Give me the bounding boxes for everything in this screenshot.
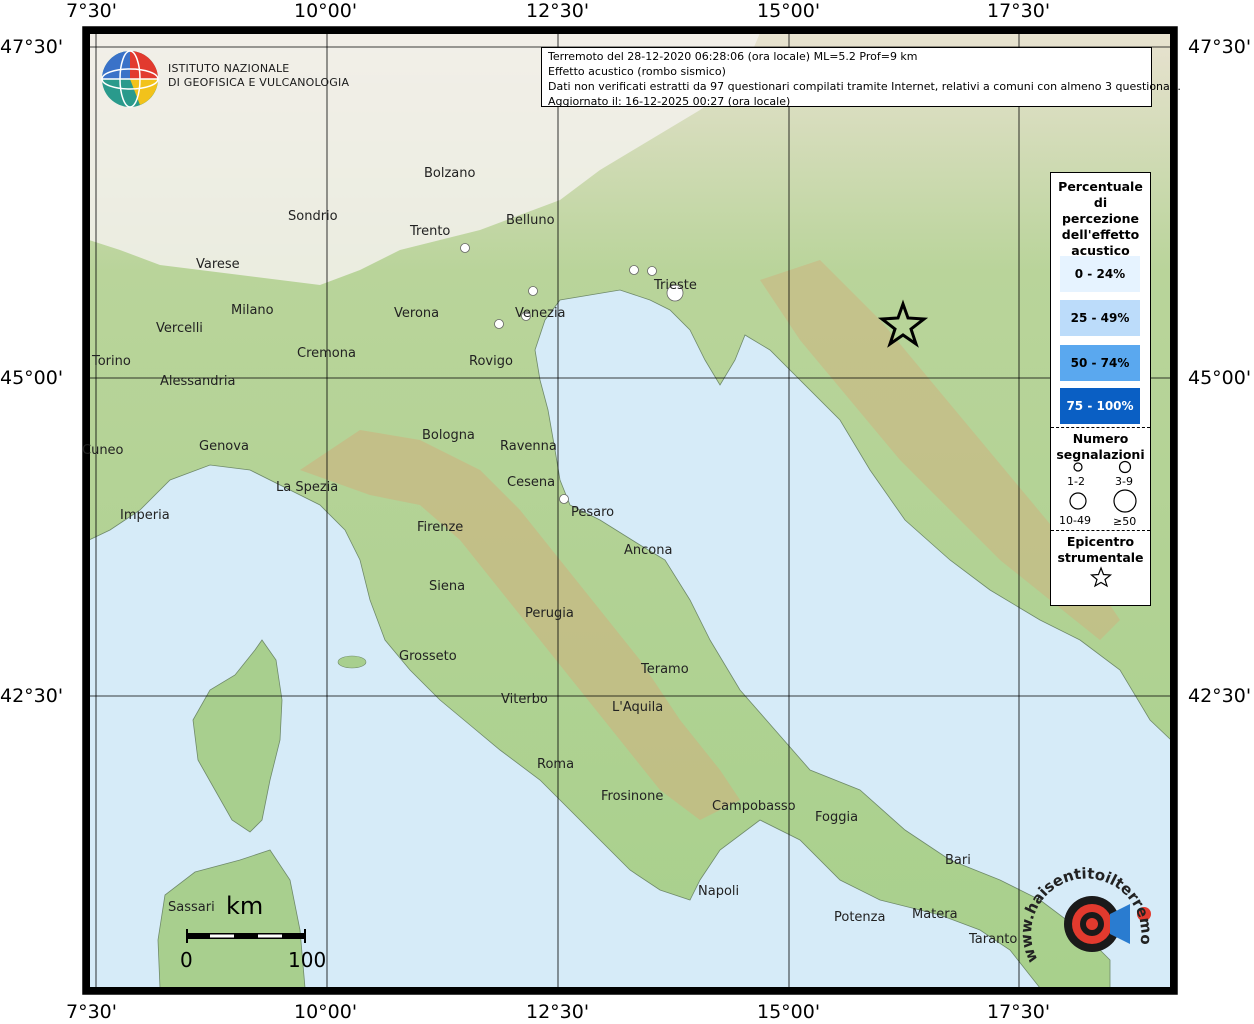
city-label: Grosseto (399, 649, 457, 664)
observation-point (460, 243, 470, 253)
lat-label-left: 47°30' (0, 36, 64, 58)
city-label: La Spezia (276, 480, 339, 495)
city-label: Foggia (815, 810, 859, 825)
svg-text:www.haisentitoilterremoto.it: www.haisentitoilterremoto.it (1020, 860, 1156, 965)
lat-label-left: 45°00' (0, 367, 64, 389)
city-label: Milano (231, 303, 274, 318)
observation-point (528, 286, 538, 296)
city-label: Campobasso (712, 799, 796, 814)
city-label: Genova (199, 439, 249, 454)
legend-bin-0: 0 - 24% (1060, 256, 1140, 292)
lon-label-top: 7°30' (66, 0, 117, 22)
city-label: Viterbo (501, 692, 548, 707)
count-circle-small (1073, 462, 1083, 472)
lon-label-top: 17°30' (987, 0, 1051, 22)
city-label: Belluno (506, 213, 555, 228)
lon-label-bottom: 17°30' (987, 1001, 1051, 1023)
city-label: Teramo (641, 662, 689, 677)
city-label: Sondrio (288, 209, 338, 224)
city-label: Cesena (507, 475, 556, 490)
city-label: Torino (92, 354, 131, 369)
effect-type: Effetto acustico (rombo sismico) (548, 65, 726, 78)
hst-url: www.haisentitoilterremoto.it (1020, 860, 1156, 965)
frame-bottom-bar (83, 987, 1177, 994)
city-label: Frosinone (601, 789, 664, 804)
city-label: Cremona (297, 346, 356, 361)
city-label: Matera (912, 907, 958, 922)
lat-label-right: 47°30' (1188, 36, 1252, 58)
legend-title: Percentuale di percezione dell'effetto a… (1058, 179, 1143, 258)
count-circle-xlarge (1113, 489, 1137, 513)
city-label: Venezia (515, 306, 566, 321)
lon-label-bottom: 7°30' (66, 1001, 117, 1023)
city-label: Cuneo (82, 443, 124, 458)
observation-point (494, 319, 504, 329)
city-label: Bologna (422, 428, 475, 443)
city-label: Verona (394, 306, 440, 321)
city-label: Siena (429, 579, 466, 594)
city-label: L'Aquila (612, 700, 664, 715)
city-label: Taranto (969, 932, 1018, 947)
frame-left-bar (83, 27, 90, 994)
city-label: Rovigo (469, 354, 513, 369)
city-label: Roma (537, 757, 575, 772)
city-label: Pesaro (571, 505, 615, 520)
ingv-globe-icon (101, 50, 159, 108)
city-label: Vercelli (156, 321, 203, 336)
frame-right-bar (1170, 27, 1177, 994)
lat-label-right: 42°30' (1188, 685, 1252, 707)
lon-label-top: 12°30' (526, 0, 590, 22)
scale-bar (186, 929, 306, 943)
legend-bin-3: 75 - 100% (1060, 388, 1140, 424)
lon-label-top: 15°00' (757, 0, 821, 22)
legend-bin-1: 25 - 49% (1060, 300, 1140, 336)
update-time: Aggiornato il: 16-12-2025 00:27 (ora loc… (548, 95, 791, 108)
count-circle-medium (1118, 460, 1132, 474)
scale-min: 0 (180, 948, 193, 972)
lat-label-right: 45°00' (1188, 367, 1252, 389)
lon-label-top: 10°00' (294, 0, 358, 22)
count-label-50: ≥50 (1113, 515, 1137, 528)
count-circle-large (1069, 492, 1087, 510)
lat-label-left: 42°30' (0, 685, 64, 707)
count-label-1-2: 1-2 (1067, 475, 1085, 488)
frame-top-bar (83, 27, 1177, 34)
lon-label-bottom: 10°00' (294, 1001, 358, 1023)
ingv-name: Istituto Nazionale di Geofisica e Vulcan… (168, 62, 349, 90)
city-label: Bolzano (424, 166, 476, 181)
hst-url-text: www.haisentitoilterremoto.it (1020, 860, 1156, 965)
observation-point (647, 266, 657, 276)
count-label-3-9: 3-9 (1115, 475, 1133, 488)
city-label: Alessandria (160, 374, 236, 389)
data-note: Dati non verificati estratti da 97 quest… (548, 80, 1181, 93)
city-label: Perugia (525, 606, 574, 621)
event-info-box: Terremoto del 28-12-2020 06:28:06 (ora l… (541, 47, 1181, 108)
observation-point (629, 265, 639, 275)
lon-label-bottom: 15°00' (757, 1001, 821, 1023)
ingv-name-line1: Istituto Nazionale (168, 62, 290, 75)
city-label: Trento (410, 224, 451, 239)
city-label: Imperia (120, 508, 170, 523)
elba-island (337, 655, 367, 669)
city-label: Firenze (417, 520, 464, 535)
legend-epicenter-title: Epicentro strumentale (1057, 534, 1144, 565)
legend-panel: Percentuale di percezione dell'effetto a… (1050, 172, 1151, 606)
city-label: Bari (945, 853, 971, 868)
legend-star-icon (1089, 566, 1113, 588)
scale-max: 100 (288, 948, 327, 972)
event-title: Terremoto del 28-12-2020 06:28:06 (ora l… (548, 50, 918, 63)
lon-label-bottom: 12°30' (526, 1001, 590, 1023)
city-label: Napoli (698, 884, 740, 899)
city-label: Potenza (834, 910, 886, 925)
legend-bin-2: 50 - 74% (1060, 345, 1140, 381)
observation-point (559, 494, 569, 504)
city-label: Varese (196, 257, 240, 272)
city-label: Ravenna (500, 439, 557, 454)
city-label: Ancona (624, 543, 673, 558)
ingv-name-line2: di Geofisica e Vulcanologia (168, 76, 350, 89)
city-label: Trieste (654, 278, 697, 293)
count-label-10-49: 10-49 (1059, 514, 1091, 527)
